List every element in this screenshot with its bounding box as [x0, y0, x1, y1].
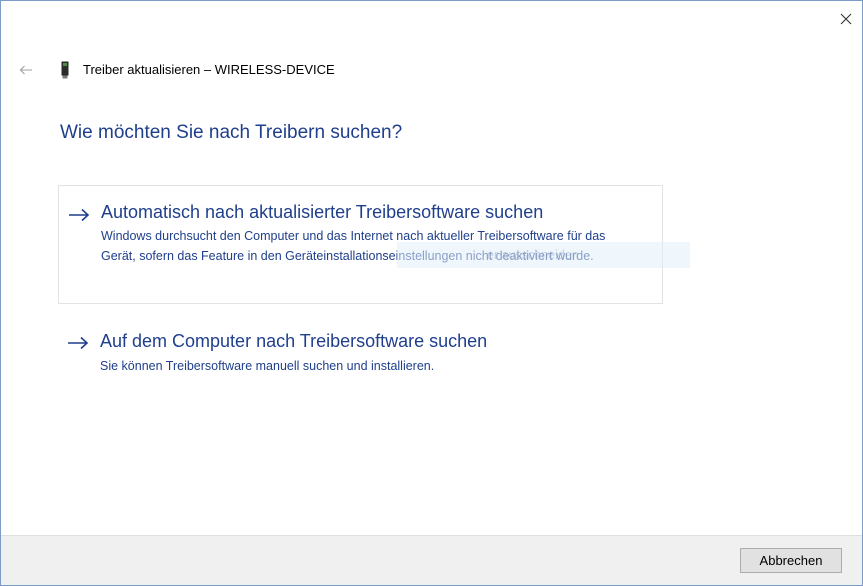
option-manual-search[interactable]: Auf dem Computer nach Treibersoftware su… — [58, 327, 663, 387]
option-description: Windows durchsucht den Computer und das … — [101, 229, 606, 263]
cancel-button[interactable]: Abbrechen — [740, 548, 842, 573]
option-description: Sie können Treibersoftware manuell suche… — [100, 359, 435, 373]
back-button[interactable] — [16, 60, 36, 80]
arrow-right-icon — [68, 336, 89, 350]
option-title: Auf dem Computer nach Treibersoftware su… — [100, 331, 488, 351]
option-auto-search[interactable]: Automatisch nach aktualisierter Treibers… — [58, 185, 663, 304]
update-driver-dialog: Treiber aktualisieren – WIRELESS-DEVICE … — [0, 0, 863, 586]
option-title: Automatisch nach aktualisierter Treibers… — [101, 202, 544, 222]
dialog-footer: Abbrechen — [1, 535, 862, 585]
arrow-right-icon — [69, 208, 90, 222]
wireless-device-icon — [61, 61, 69, 79]
page-heading: Wie möchten Sie nach Treibern suchen? — [60, 122, 403, 143]
close-icon — [840, 13, 852, 25]
dialog-title: Treiber aktualisieren – WIRELESS-DEVICE — [83, 62, 335, 77]
back-arrow-icon — [19, 65, 32, 75]
close-button[interactable] — [836, 9, 856, 29]
